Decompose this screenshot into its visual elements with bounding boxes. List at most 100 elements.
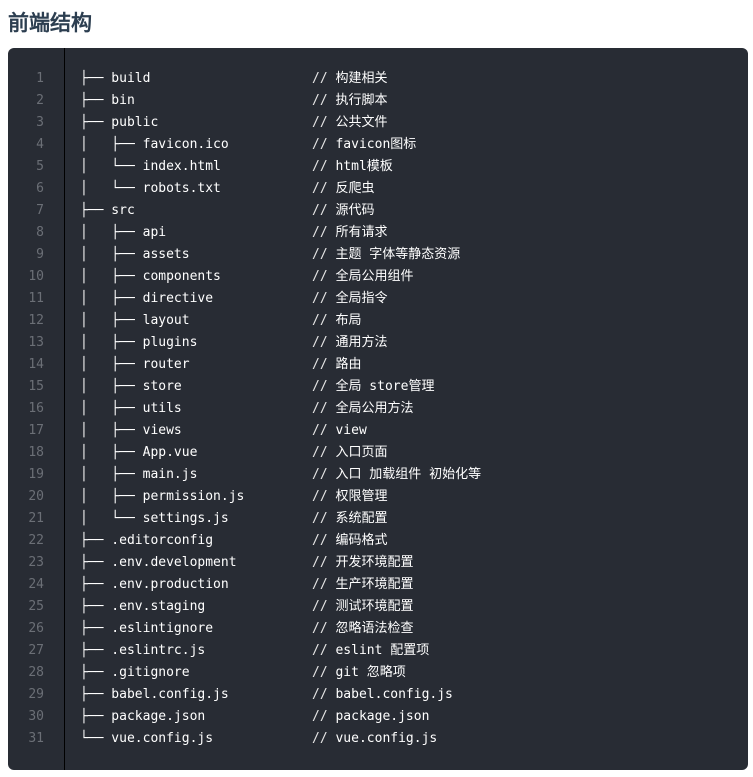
code-line: └── vue.config.js // vue.config.js — [80, 728, 748, 750]
code-line: │ ├── store // 全局 store管理 — [80, 376, 748, 398]
line-number: 14 — [28, 357, 44, 372]
comment-prefix: // — [312, 203, 336, 218]
comment-prefix: // — [312, 511, 336, 526]
comment-prefix: // — [312, 93, 336, 108]
comment-prefix: // — [312, 269, 336, 284]
code-comment: // 入口页面 — [312, 442, 388, 464]
comment-text: 反爬虫 — [335, 181, 375, 196]
comment-text: 系统配置 — [335, 511, 388, 526]
comment-prefix: // — [312, 159, 336, 174]
tree-entry: │ ├── components — [80, 269, 221, 284]
comment-text: 生产环境配置 — [335, 577, 414, 592]
line-number: 28 — [28, 665, 44, 680]
code-line: │ ├── directive // 全局指令 — [80, 288, 748, 310]
line-number-gutter: 1 2 3 4 5 6 7 8 9 10 11 12 13 14 15 16 17 18 19 20 21 22 23 24 2… — [8, 48, 65, 770]
code-line: │ ├── views // view — [80, 420, 748, 442]
code-line: │ └── index.html // html模板 — [80, 156, 748, 178]
code-comment: // package.json — [312, 706, 429, 728]
comment-text: 通用方法 — [335, 335, 388, 350]
comment-prefix: // — [312, 335, 336, 350]
code-comment: // eslint 配置项 — [312, 640, 429, 662]
code-line: ├── .gitignore // git 忽略项 — [80, 662, 748, 684]
code-line: ├── build // 构建相关 — [80, 68, 748, 90]
comment-text: 全局公用方法 — [335, 401, 414, 416]
line-number: 23 — [28, 555, 44, 570]
comment-prefix: // — [312, 533, 336, 548]
code-comment: // favicon图标 — [312, 134, 416, 156]
line-number: 15 — [28, 379, 44, 394]
line-number: 11 — [28, 291, 44, 306]
line-number: 4 — [36, 137, 44, 152]
code-comment: // 测试环境配置 — [312, 596, 414, 618]
code-comment: // 开发环境配置 — [312, 552, 414, 574]
code-content[interactable]: ├── build// 构建相关 ├── bin// 执行脚本 ├── public… — [80, 68, 748, 750]
code-line: │ ├── api // 所有请求 — [80, 222, 748, 244]
code-comment: // git 忽略项 — [312, 662, 406, 684]
comment-text: 全局指令 — [335, 291, 388, 306]
comment-text: 全局公用组件 — [335, 269, 414, 284]
line-number: 22 — [28, 533, 44, 548]
code-line: │ ├── permission.js // 权限管理 — [80, 486, 748, 508]
code-comment: // 反爬虫 — [312, 178, 375, 200]
code-line: ├── .env.development // 开发环境配置 — [80, 552, 748, 574]
comment-prefix: // — [312, 445, 336, 460]
tree-entry: │ ├── assets — [80, 247, 190, 262]
code-comment: // 执行脚本 — [312, 90, 388, 112]
tree-entry: │ └── index.html — [80, 159, 221, 174]
line-number: 2 — [36, 93, 44, 108]
line-number: 8 — [36, 225, 44, 240]
comment-prefix: // — [312, 665, 336, 680]
code-comment: // 源代码 — [312, 200, 375, 222]
code-line: │ ├── assets // 主题 字体等静态资源 — [80, 244, 748, 266]
line-number: 20 — [28, 489, 44, 504]
tree-entry: │ ├── App.vue — [80, 445, 198, 460]
comment-text: view — [335, 423, 367, 438]
comment-prefix: // — [312, 71, 336, 86]
code-comment: // html模板 — [312, 156, 393, 178]
code-comment: // 编码格式 — [312, 530, 388, 552]
comment-text: 布局 — [335, 313, 362, 328]
code-comment: // 主题 字体等静态资源 — [312, 244, 460, 266]
comment-text: 开发环境配置 — [335, 555, 414, 570]
tree-entry: ├── .env.staging — [80, 599, 206, 614]
comment-prefix: // — [312, 115, 336, 130]
code-line: ├── babel.config.js // babel.config.js — [80, 684, 748, 706]
code-comment: // 公共文件 — [312, 112, 388, 134]
comment-text: 路由 — [335, 357, 362, 372]
comment-text: 入口页面 — [335, 445, 388, 460]
comment-text: 测试环境配置 — [335, 599, 414, 614]
tree-entry: │ ├── plugins — [80, 335, 198, 350]
code-block: 1 2 3 4 5 6 7 8 9 10 11 12 13 14 15 16 17 18 19 20 21 22 23 24 2… — [8, 48, 748, 770]
comment-text: package.json — [335, 709, 430, 724]
comment-text: 权限管理 — [335, 489, 388, 504]
comment-prefix: // — [312, 489, 336, 504]
line-number: 3 — [36, 115, 44, 130]
comment-text: 入口 加载组件 初始化等 — [335, 467, 482, 482]
comment-prefix: // — [312, 181, 336, 196]
line-number: 24 — [28, 577, 44, 592]
line-number: 18 — [28, 445, 44, 460]
comment-text: 主题 字体等静态资源 — [335, 247, 461, 262]
tree-entry: └── vue.config.js — [80, 731, 214, 746]
tree-entry: ├── .editorconfig — [80, 533, 214, 548]
tree-entry: │ ├── utils — [80, 401, 182, 416]
comment-text: vue.config.js — [335, 731, 438, 746]
line-number: 13 — [28, 335, 44, 350]
comment-prefix: // — [312, 379, 336, 394]
comment-text: 公共文件 — [335, 115, 388, 130]
code-line: ├── bin // 执行脚本 — [80, 90, 748, 112]
code-line: │ ├── components // 全局公用组件 — [80, 266, 748, 288]
code-line: │ ├── main.js // 入口 加载组件 初始化等 — [80, 464, 748, 486]
code-line: │ ├── utils // 全局公用方法 — [80, 398, 748, 420]
comment-text: 编码格式 — [335, 533, 388, 548]
code-comment: // 系统配置 — [312, 508, 388, 530]
tree-entry: ├── .env.production — [80, 577, 229, 592]
code-comment: // 所有请求 — [312, 222, 388, 244]
tree-entry: │ ├── store — [80, 379, 182, 394]
tree-entry: ├── package.json — [80, 709, 206, 724]
code-comment: // 构建相关 — [312, 68, 388, 90]
comment-prefix: // — [312, 577, 336, 592]
code-comment: // 全局公用组件 — [312, 266, 414, 288]
comment-prefix: // — [312, 137, 336, 152]
code-comment: // 生产环境配置 — [312, 574, 414, 596]
